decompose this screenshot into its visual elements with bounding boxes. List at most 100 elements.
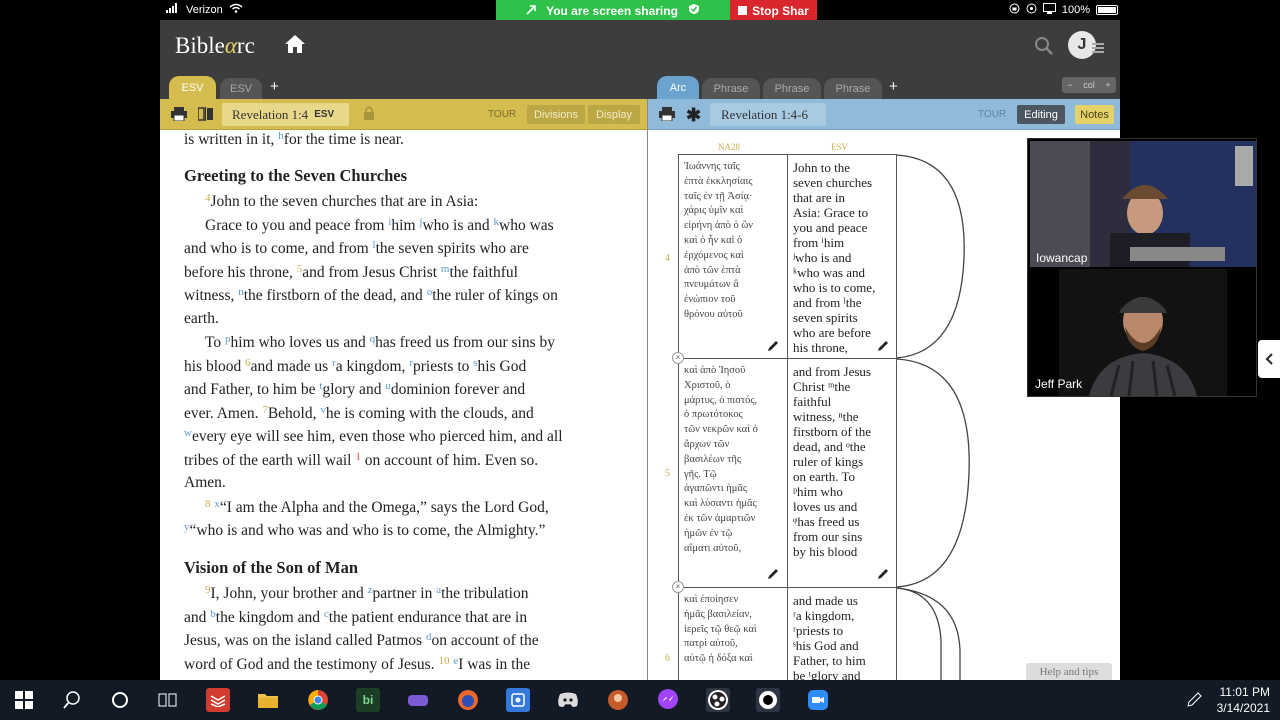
divisions-button[interactable]: Divisions [527, 105, 585, 124]
english-line: Father, to him [793, 653, 866, 668]
tab-esv[interactable]: ESV [220, 78, 262, 100]
print-icon[interactable] [659, 107, 675, 126]
close-icon[interactable]: × [672, 581, 684, 593]
discord-icon[interactable] [556, 688, 580, 712]
editing-button[interactable]: Editing [1017, 105, 1065, 124]
print-icon[interactable] [171, 107, 187, 126]
search-icon[interactable] [60, 688, 84, 712]
lock-icon[interactable] [363, 106, 375, 126]
video-tile-jeff-park[interactable] [1059, 269, 1227, 396]
greek-cell[interactable]: καὶ ἐποίησεν ἡμᾶς βασιλείαν, ἱερεῖς τῷ θεῷ… [684, 593, 784, 667]
task-view-icon[interactable] [156, 688, 180, 712]
text-line: word of God and the testimony of Jesus. … [184, 655, 531, 673]
pen-icon[interactable] [1182, 688, 1206, 712]
text-line: and who is to come, and from lthe seven … [184, 239, 529, 257]
participant-video-image [1030, 141, 1256, 267]
signal-app-icon[interactable] [506, 688, 530, 712]
greek-line: ἀπὸ τῶν ἑπτὰ [684, 264, 741, 276]
tab-phrase-2[interactable]: Phrase [763, 78, 821, 100]
greek-line: ἐνώπιον τοῦ [684, 294, 736, 306]
english-cell[interactable]: John to the seven churches that are in Asia… [793, 160, 893, 355]
display-button[interactable]: Display [588, 105, 640, 124]
pencil-icon[interactable] [767, 567, 779, 585]
column-control[interactable]: − col + [1062, 77, 1116, 93]
time: 11:01 PM [1219, 685, 1270, 699]
english-line: firstborn of the [793, 424, 871, 439]
logo-suffix: rc [236, 33, 255, 58]
greek-line: βασιλέων τῆς [684, 453, 741, 465]
english-line: from our sins [793, 529, 863, 544]
greek-line: τῶν νεκρῶν καὶ ὁ [684, 424, 758, 436]
video-tile-iowancap[interactable]: Iowancap [1030, 141, 1256, 267]
greek-line: ἑπτὰ ἐκκλησίαις [684, 175, 753, 187]
file-explorer-icon[interactable] [256, 688, 280, 712]
stop-share-button[interactable]: Stop Shar [730, 0, 817, 21]
notes-button[interactable]: Notes [1075, 105, 1114, 124]
bible-text-panel[interactable]: is written in it, hfor the time is near.… [160, 130, 647, 680]
help-and-tips-button[interactable]: Help and tips [1026, 663, 1112, 680]
asterisk-icon[interactable]: ✱ [686, 105, 701, 126]
todoist-app-icon[interactable] [206, 688, 230, 712]
windows-start-icon[interactable] [12, 688, 36, 712]
tab-phrase-1[interactable]: Phrase [702, 78, 760, 100]
collapse-video-panel-button[interactable] [1258, 340, 1280, 378]
home-icon[interactable] [284, 34, 306, 59]
search-icon[interactable] [1034, 36, 1054, 61]
greek-line: αἵματι αὐτοῦ, [684, 542, 742, 554]
greek-line: γῆς. Τῷ [684, 468, 717, 480]
parallel-view-icon[interactable] [197, 107, 214, 126]
english-cell[interactable]: and made us ʳa kingdom, ʳpriests to ˢhis Go… [793, 593, 893, 680]
pencil-icon[interactable] [767, 339, 779, 357]
greek-cell[interactable]: Ἰωάννης ταῖς ἑπτὰ ἐκκλησίαις ταῖς ἐν τῇ Ἀσ… [684, 160, 784, 323]
browser-app-icon[interactable] [456, 688, 480, 712]
gamepad-app-icon[interactable] [406, 688, 430, 712]
greek-line: ἡμᾶς βασιλείαν, [684, 608, 752, 620]
character-app-icon[interactable] [606, 688, 630, 712]
text-line: To phim who loves us and qhas freed us f… [205, 333, 556, 351]
english-cell[interactable]: and from Jesus Christ ᵐthe faithful witness… [793, 364, 893, 559]
taskbar-clock[interactable]: 11:01 PM 3/14/2021 [1217, 684, 1270, 716]
col-plus[interactable]: + [1105, 80, 1110, 90]
zoom-icon[interactable] [806, 688, 830, 712]
passage-reference-field[interactable]: Revelation 1:4 ESV [222, 103, 349, 126]
pencil-icon[interactable] [877, 339, 889, 357]
tab-esv-active[interactable]: ESV [169, 76, 216, 99]
record-app-icon[interactable] [756, 688, 780, 712]
text-line: tribes of the earth will wail 1 on accou… [184, 451, 539, 469]
greek-line: ἐρχόμενος καὶ [684, 249, 744, 261]
date: 3/14/2021 [1216, 701, 1270, 715]
greek-line: αὐτῷ ἡ δόξα καὶ [684, 653, 753, 665]
text-line: is written in it, hfor the time is near. [184, 130, 404, 148]
text-line: y“who is and who was and who is to come,… [184, 521, 546, 539]
greek-cell[interactable]: καὶ ἀπὸ Ἰησοῦ Χριστοῦ, ὁ μάρτυς, ὁ πιστός,… [684, 364, 784, 556]
chrome-icon[interactable] [306, 688, 330, 712]
screen-sharing-indicator: You are screen sharing [496, 0, 730, 21]
english-line: that are in [793, 190, 845, 205]
greek-line: πνευμάτων ἃ [684, 279, 739, 291]
tab-phrase-3[interactable]: Phrase [824, 78, 882, 100]
greek-line: ἀγαπῶντι ἡμᾶς [684, 483, 748, 495]
hamburger-menu-icon[interactable] [1092, 40, 1104, 58]
pencil-icon[interactable] [877, 567, 889, 585]
greek-line: ἄρχων τῶν [684, 438, 730, 450]
close-icon[interactable]: × [672, 352, 684, 364]
biblearc-logo[interactable]: Bibleαrc [175, 33, 255, 59]
screen-mirror-icon [1042, 3, 1056, 17]
tour-link[interactable]: TOUR [978, 109, 1006, 120]
col-minus[interactable]: − [1067, 80, 1072, 90]
text-line: Amen. [184, 474, 226, 491]
obs-icon[interactable] [706, 688, 730, 712]
tour-link[interactable]: TOUR [488, 109, 516, 120]
add-tab-left-icon[interactable]: + [270, 78, 279, 95]
cortana-icon[interactable] [108, 688, 132, 712]
arc-reference-field[interactable]: Revelation 1:4-6 [710, 103, 826, 126]
bible-app-icon[interactable]: bi [356, 688, 380, 712]
logo-alpha: α [224, 33, 237, 58]
text-line: and Father, to him be tglory and udomini… [184, 380, 526, 398]
greek-line: καὶ λύσαντι ἡμᾶς [684, 498, 757, 510]
video-panel: Iowancap Jeff Park [1027, 138, 1257, 397]
tab-arc[interactable]: Arc [657, 76, 699, 99]
messenger-icon[interactable] [656, 688, 680, 712]
text-line: before his throne, 5and from Jesus Chris… [184, 263, 518, 281]
add-tab-right-icon[interactable]: + [889, 78, 898, 95]
